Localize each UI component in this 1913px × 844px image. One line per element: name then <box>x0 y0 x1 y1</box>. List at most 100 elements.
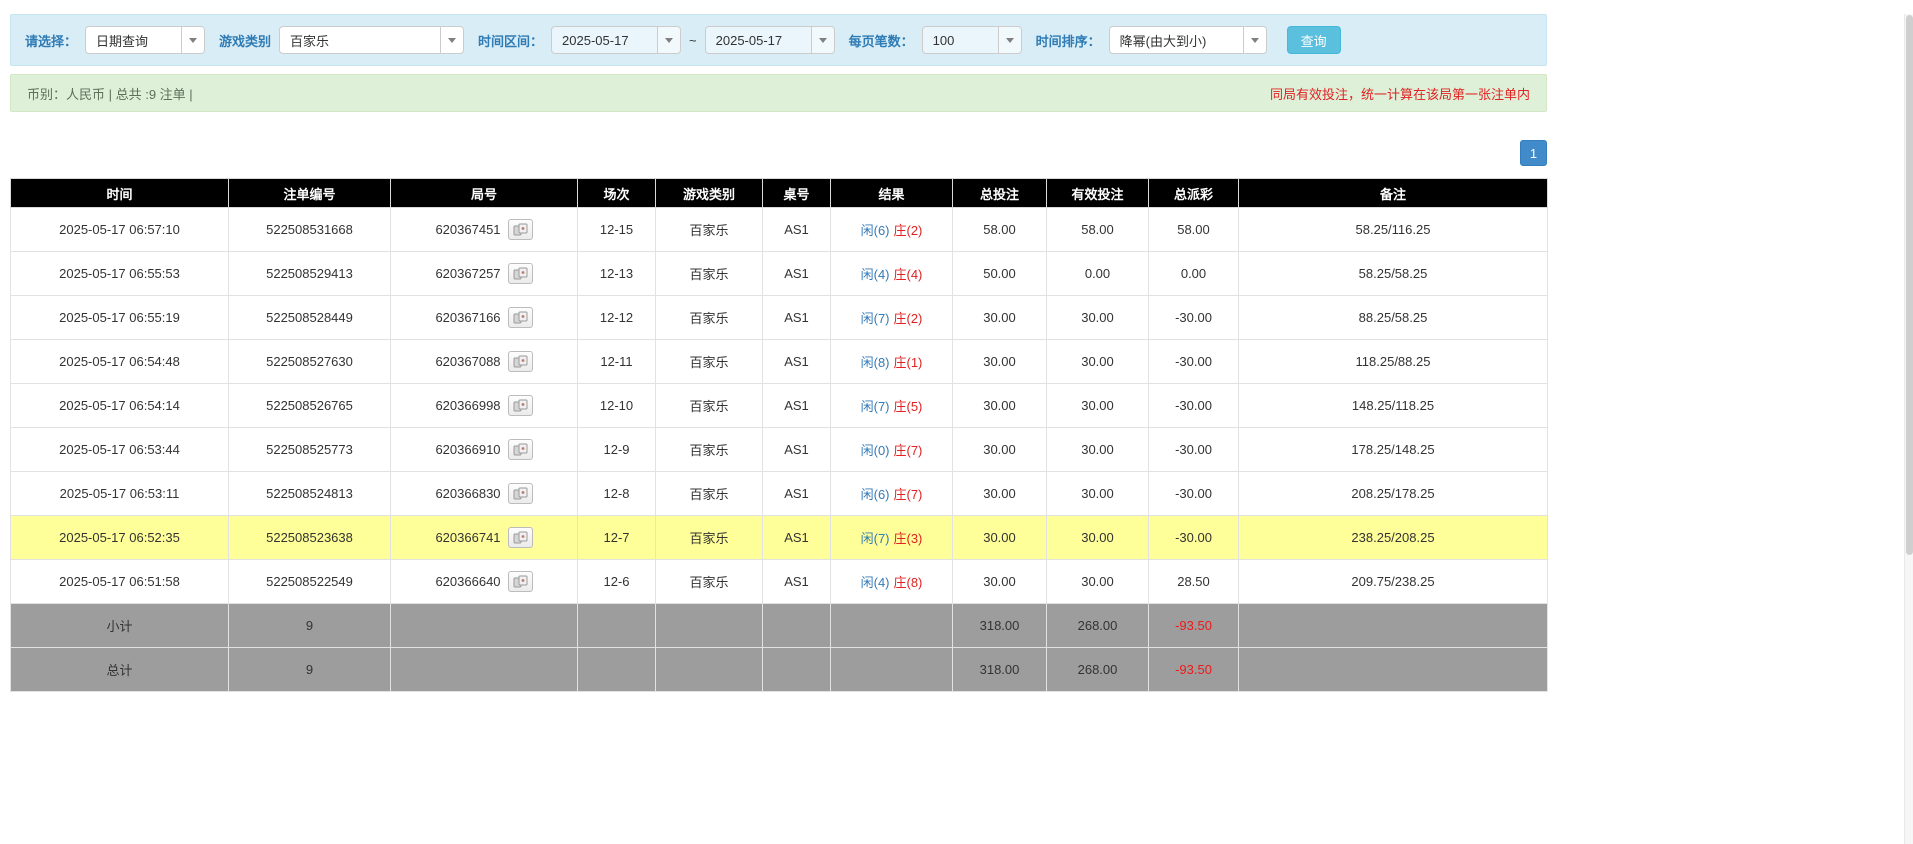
view-cards-icon[interactable] <box>507 571 533 592</box>
cell-total-bet[interactable]: 30.00 <box>952 559 1047 604</box>
result-banker: 庄(4) <box>893 267 923 282</box>
cell-valid-bet: 30.00 <box>1046 427 1149 472</box>
cell-total-bet[interactable]: 50.00 <box>952 251 1047 296</box>
column-header: 结果 <box>830 178 953 208</box>
query-type-select[interactable]: 日期查询 <box>85 26 206 54</box>
cell-total-bet[interactable]: 30.00 <box>952 339 1047 384</box>
cell-game-type: 百家乐 <box>655 427 763 472</box>
cell-result: 闲(7) 庄(2) <box>830 295 953 340</box>
time-sort-select[interactable]: 降幂(由大到小) <box>1108 26 1267 54</box>
cell-session: 12-8 <box>577 471 656 516</box>
result-player: 闲(4) <box>860 267 890 282</box>
footer-cell <box>830 603 953 648</box>
page: 请选择： 日期查询 游戏类别 百家乐 时间区间： 2025-05-17 ~ 20… <box>10 14 1548 692</box>
result-player: 闲(0) <box>860 443 890 458</box>
footer-cell <box>762 603 831 648</box>
pagination: 1 <box>10 140 1547 166</box>
cell-game-type: 百家乐 <box>655 295 763 340</box>
cell-valid-bet: 30.00 <box>1046 515 1149 560</box>
search-button[interactable]: 查询 <box>1286 26 1341 54</box>
cell-time: 2025-05-17 06:53:44 <box>10 427 229 472</box>
cell-game-type: 百家乐 <box>655 383 763 428</box>
chevron-down-icon <box>1242 27 1266 53</box>
table-header-row: 时间 注单编号 局号 场次 游戏类别 桌号 结果 总投注 有效投注 总派彩 备注 <box>10 178 1548 208</box>
table-row: 2025-05-17 06:52:35 522508523638 620366741… <box>10 515 1548 560</box>
table-row: 2025-05-17 06:53:44 522508525773 620366910… <box>10 427 1548 472</box>
cell-time: 2025-05-17 06:52:35 <box>10 515 229 560</box>
result-banker: 庄(2) <box>893 311 923 326</box>
view-cards-icon[interactable] <box>507 219 533 240</box>
footer-cell <box>655 603 763 648</box>
cell-valid-bet: 0.00 <box>1046 251 1149 296</box>
cell-result: 闲(7) 庄(5) <box>830 383 953 428</box>
cell-total-bet[interactable]: 30.00 <box>952 515 1047 560</box>
vertical-scrollbar-thumb[interactable] <box>1906 15 1913 555</box>
cell-valid-bet: 30.00 <box>1046 383 1149 428</box>
cell-result: 闲(6) 庄(2) <box>830 207 953 252</box>
page-size-select[interactable]: 100 <box>921 26 1022 54</box>
cell-round: 620367166 <box>390 295 578 340</box>
cell-bet-id: 522508523638 <box>228 515 391 560</box>
cell-remark: 208.25/178.25 <box>1238 471 1548 516</box>
cell-total-bet[interactable]: 30.00 <box>952 471 1047 516</box>
cell-bet-id: 522508527630 <box>228 339 391 384</box>
result-player: 闲(4) <box>860 575 890 590</box>
cell-session: 12-6 <box>577 559 656 604</box>
cell-round: 620366998 <box>390 383 578 428</box>
cell-total-bet[interactable]: 30.00 <box>952 427 1047 472</box>
cell-total-bet[interactable]: 30.00 <box>952 295 1047 340</box>
footer-cell <box>1238 647 1548 692</box>
view-cards-icon[interactable] <box>507 439 533 460</box>
cell-table-number: AS1 <box>762 251 831 296</box>
footer-cell <box>577 647 656 692</box>
date-to-select[interactable]: 2025-05-17 <box>704 26 835 54</box>
result-banker: 庄(1) <box>893 355 923 370</box>
cell-game-type: 百家乐 <box>655 559 763 604</box>
cell-table-number: AS1 <box>762 427 831 472</box>
footer-cell <box>762 647 831 692</box>
footer-cell: -93.50 <box>1148 647 1239 692</box>
footer-cell: 268.00 <box>1046 647 1149 692</box>
cell-time: 2025-05-17 06:53:11 <box>10 471 229 516</box>
cell-bet-id: 522508526765 <box>228 383 391 428</box>
time-range-label: 时间区间： <box>478 33 544 49</box>
result-player: 闲(6) <box>860 223 890 238</box>
chevron-down-icon <box>181 27 205 53</box>
view-cards-icon[interactable] <box>507 527 533 548</box>
cell-payout: -30.00 <box>1148 471 1239 516</box>
cell-table-number: AS1 <box>762 207 831 252</box>
cell-time: 2025-05-17 06:51:58 <box>10 559 229 604</box>
table-row: 2025-05-17 06:57:10 522508531668 620367451… <box>10 207 1548 252</box>
cell-time: 2025-05-17 06:54:48 <box>10 339 229 384</box>
cell-total-bet[interactable]: 58.00 <box>952 207 1047 252</box>
cell-total-bet[interactable]: 30.00 <box>952 383 1047 428</box>
result-player: 闲(7) <box>860 311 890 326</box>
round-number: 620367257 <box>435 266 501 281</box>
column-header: 游戏类别 <box>655 178 763 208</box>
chevron-down-icon <box>440 27 464 53</box>
date-from-value: 2025-05-17 <box>562 32 629 48</box>
cell-remark: 238.25/208.25 <box>1238 515 1548 560</box>
pagination-page[interactable]: 1 <box>1520 140 1547 166</box>
cell-round: 620367257 <box>390 251 578 296</box>
view-cards-icon[interactable] <box>507 307 533 328</box>
view-cards-icon[interactable] <box>507 351 533 372</box>
cell-time: 2025-05-17 06:57:10 <box>10 207 229 252</box>
cell-round: 620366910 <box>390 427 578 472</box>
date-from-select[interactable]: 2025-05-17 <box>551 26 682 54</box>
view-cards-icon[interactable] <box>507 263 533 284</box>
cell-table-number: AS1 <box>762 559 831 604</box>
footer-cell <box>390 603 578 648</box>
cell-table-number: AS1 <box>762 471 831 516</box>
time-sort-label: 时间排序： <box>1035 33 1101 49</box>
view-cards-icon[interactable] <box>507 483 533 504</box>
view-cards-icon[interactable] <box>507 395 533 416</box>
cell-round: 620366741 <box>390 515 578 560</box>
game-type-select[interactable]: 百家乐 <box>279 26 465 54</box>
vertical-scrollbar[interactable] <box>1904 14 1913 844</box>
cell-remark: 58.25/116.25 <box>1238 207 1548 252</box>
column-header: 局号 <box>390 178 578 208</box>
table-row: 2025-05-17 06:54:48 522508527630 620367088… <box>10 339 1548 384</box>
cell-payout: -30.00 <box>1148 339 1239 384</box>
cell-valid-bet: 30.00 <box>1046 295 1149 340</box>
